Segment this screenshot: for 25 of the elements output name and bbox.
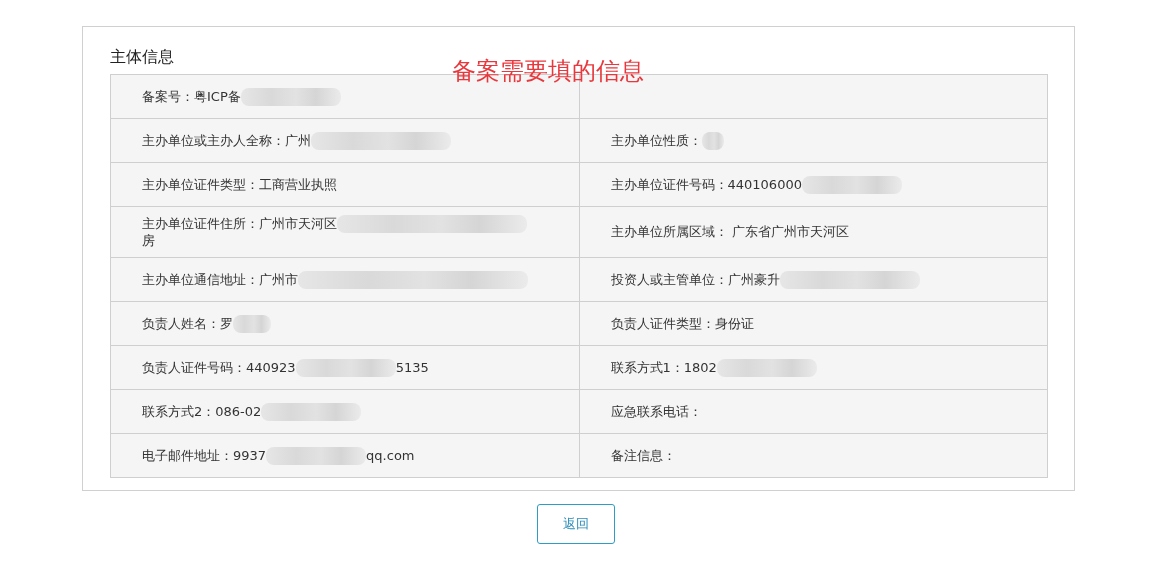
field-text: 主办单位证件号码：440106000 [610, 176, 802, 193]
field-text: 负责人姓名：罗 [142, 315, 233, 332]
redaction-blur [701, 131, 724, 150]
field-text: 主办单位性质： [610, 132, 702, 149]
field-text: 备案号：粤ICP备 [142, 88, 241, 105]
redaction-blur [233, 314, 271, 333]
field-text: qq.com [366, 447, 415, 464]
field-text: 主办单位通信地址：广州市 [142, 271, 298, 288]
field-text: 负责人证件类型：身份证 [610, 315, 754, 332]
field-text: 应急联系电话： [610, 403, 702, 420]
field-text: 房 [142, 233, 155, 249]
field-text: 5135 [395, 359, 429, 376]
field-text: 联系方式1：1802 [610, 359, 717, 376]
field-text: 投资人或主管单位：广州豪升 [610, 271, 780, 288]
field-text: 负责人证件号码：440923 [142, 359, 296, 376]
field-text: 主办单位证件住所：广州市天河区 [142, 216, 337, 232]
field-text: 联系方式2：086-02 [142, 403, 262, 420]
field-text: 主办单位证件类型：工商营业执照 [142, 176, 337, 193]
back-button[interactable]: 返回 [537, 504, 615, 544]
section-title: 主体信息 [110, 47, 174, 68]
field-text: 主办单位所属区域： 广东省广州市天河区 [610, 224, 849, 240]
field-text: 主办单位或主办人全称：广州 [142, 132, 311, 149]
annotation-text: 备案需要填的信息 [452, 56, 644, 87]
field-text: 备注信息： [610, 447, 676, 464]
field-text: 电子邮件地址：9937 [142, 447, 267, 464]
